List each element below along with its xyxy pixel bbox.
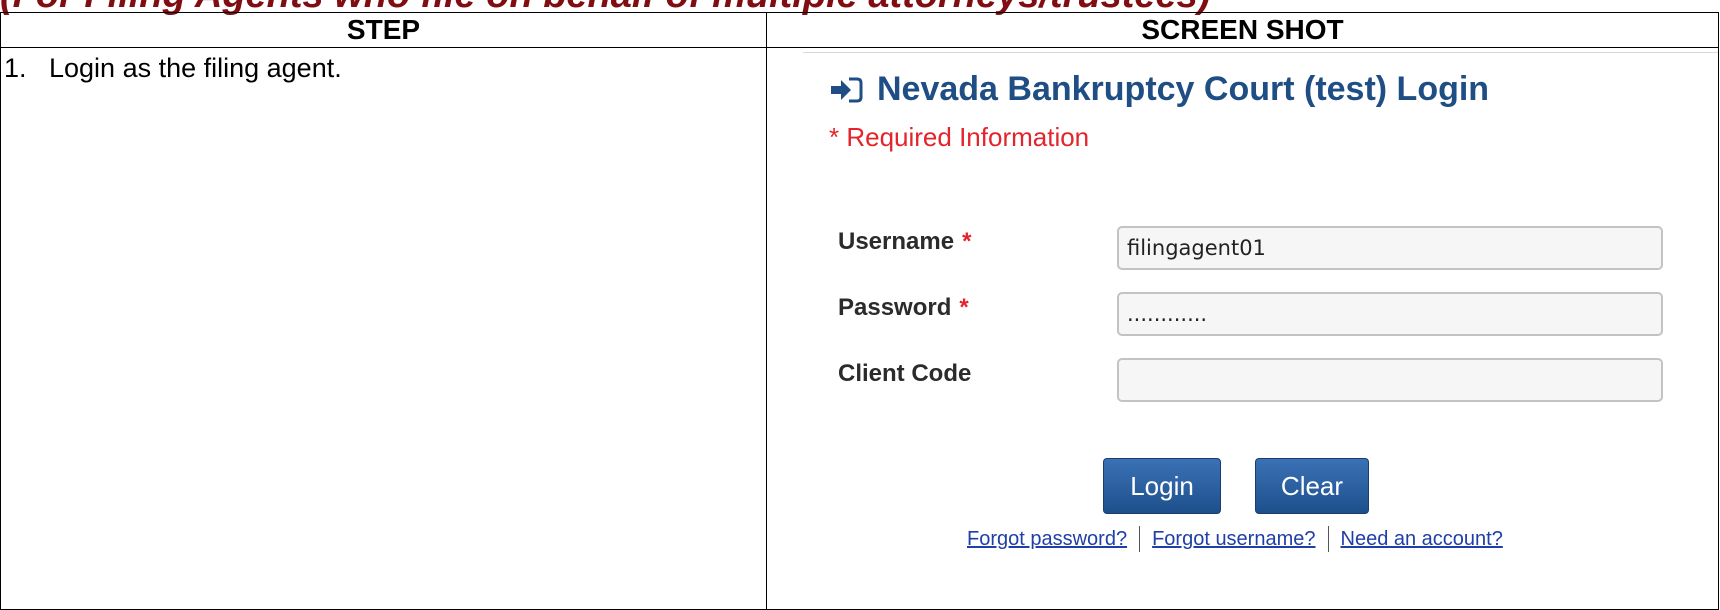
- table-row: 1. Login as the filing agent. Nevada Bank…: [0, 47, 1719, 610]
- account-links: Forgot password? Forgot username? Need a…: [967, 526, 1503, 552]
- forgot-username-link[interactable]: Forgot username?: [1152, 528, 1315, 551]
- login-button[interactable]: Login: [1103, 458, 1221, 514]
- forgot-password-link[interactable]: Forgot password?: [967, 528, 1127, 551]
- login-title-text: Nevada Bankruptcy Court (test) Login: [877, 70, 1490, 108]
- step-cell: 1. Login as the filing agent.: [0, 47, 767, 610]
- clear-button[interactable]: Clear: [1255, 458, 1369, 514]
- username-label: Username *: [838, 228, 972, 255]
- step-column-header: STEP: [0, 12, 767, 48]
- required-star: *: [959, 294, 969, 321]
- required-star: *: [962, 228, 972, 255]
- step-number: 1.: [4, 53, 27, 83]
- password-label: Password *: [838, 294, 969, 321]
- screenshot-divider: [803, 52, 1718, 53]
- link-separator: [1139, 526, 1141, 552]
- step-instruction: 1. Login as the filing agent.: [4, 52, 342, 84]
- client-code-label: Client Code: [838, 360, 972, 387]
- client-code-input[interactable]: [1117, 358, 1663, 402]
- required-information-note: * Required Information: [829, 122, 1090, 152]
- step-text: Login as the filing agent.: [49, 53, 342, 83]
- link-separator: [1327, 526, 1329, 552]
- screenshot-column-header: SCREEN SHOT: [766, 12, 1719, 48]
- password-input[interactable]: [1117, 292, 1663, 336]
- table-header-row: STEP SCREEN SHOT: [0, 12, 1719, 48]
- login-title: Nevada Bankruptcy Court (test) Login: [829, 70, 1489, 109]
- username-input[interactable]: [1117, 226, 1663, 270]
- screenshot-cell: Nevada Bankruptcy Court (test) Login * R…: [766, 47, 1719, 610]
- instruction-table: STEP SCREEN SHOT 1. Login as the filing a…: [0, 12, 1719, 610]
- need-account-link[interactable]: Need an account?: [1341, 528, 1503, 551]
- sign-in-arrow-icon: [831, 77, 863, 102]
